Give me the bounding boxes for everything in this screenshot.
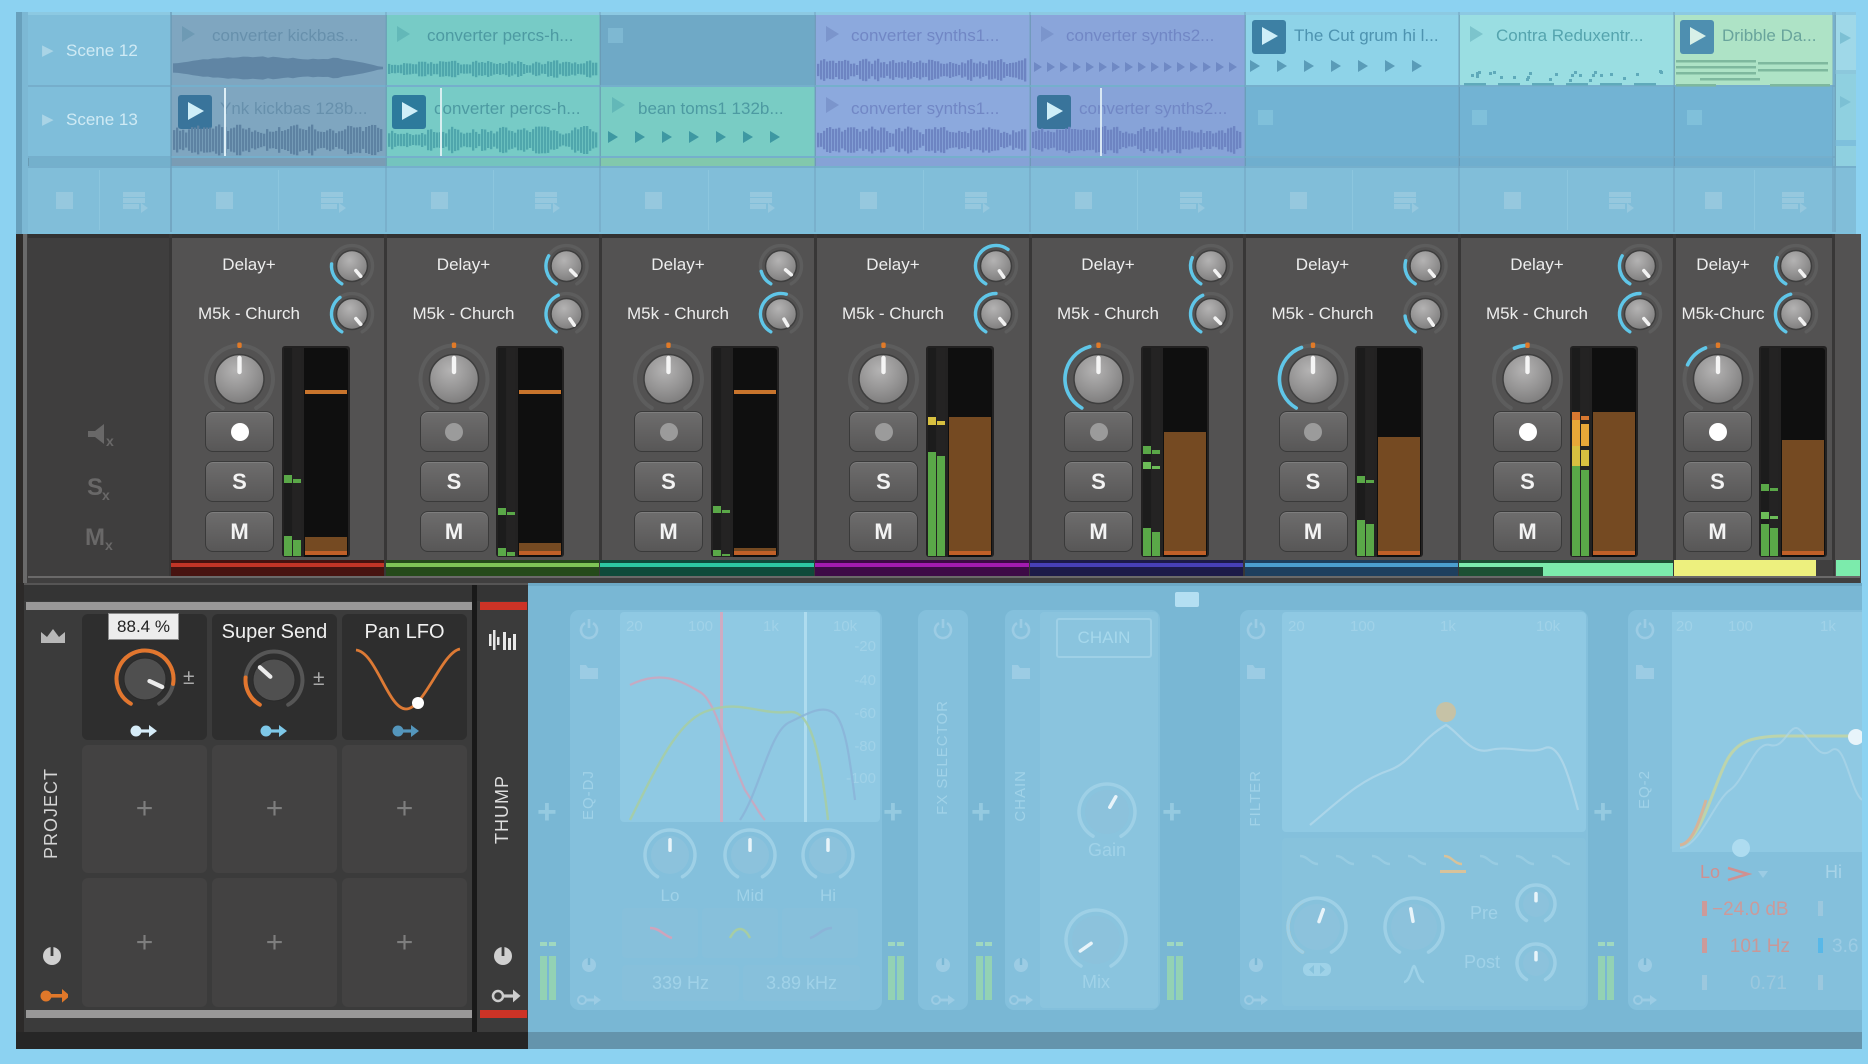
svg-text:x: x bbox=[102, 487, 110, 503]
svg-text:x: x bbox=[106, 433, 114, 449]
svg-text:S: S bbox=[87, 474, 103, 501]
svg-text:x: x bbox=[105, 537, 113, 553]
svg-text:M: M bbox=[85, 524, 105, 551]
